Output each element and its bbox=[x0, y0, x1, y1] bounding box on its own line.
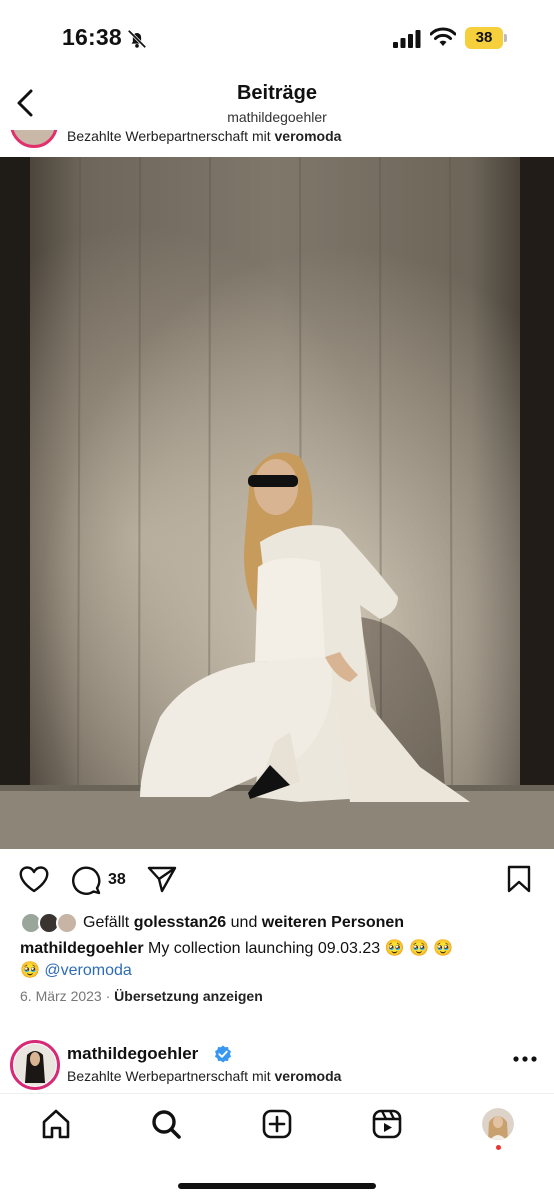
status-bar: 16:38 38 bbox=[0, 0, 554, 72]
signal-icon bbox=[393, 30, 421, 48]
page-title: Beiträge bbox=[236, 82, 318, 104]
comment-icon[interactable] bbox=[70, 864, 102, 896]
home-icon[interactable] bbox=[40, 1108, 72, 1140]
battery-icon: 38 bbox=[465, 27, 507, 49]
post-photo-illustration bbox=[0, 157, 554, 849]
home-indicator[interactable] bbox=[178, 1183, 376, 1189]
liker-avatars bbox=[20, 912, 80, 934]
avatar bbox=[56, 912, 78, 934]
create-icon[interactable] bbox=[261, 1108, 293, 1140]
caption-mention[interactable]: @veromoda bbox=[44, 962, 131, 979]
top-header: Beiträge mathildegoehler bbox=[0, 72, 554, 130]
bell-slash-icon bbox=[127, 29, 147, 49]
verified-icon bbox=[215, 1045, 231, 1063]
next-post-header: mathildegoehler Bezahlte Werbepartnersch… bbox=[0, 1036, 554, 1092]
post-username[interactable]: mathildegoehler bbox=[67, 1044, 198, 1064]
caption-emoji: 🥹 bbox=[20, 962, 40, 979]
profile-avatar[interactable] bbox=[482, 1108, 514, 1140]
heart-icon[interactable] bbox=[18, 864, 50, 894]
share-icon[interactable] bbox=[146, 864, 178, 894]
wifi-icon bbox=[430, 27, 456, 46]
bookmark-icon[interactable] bbox=[506, 864, 532, 894]
page-subtitle: mathildegoehler bbox=[227, 109, 327, 125]
likes-text: Gefällt golesstan26 und weiteren Persone… bbox=[83, 914, 405, 931]
search-icon[interactable] bbox=[150, 1108, 182, 1140]
status-time: 16:38 bbox=[62, 24, 122, 50]
battery-percent: 38 bbox=[475, 29, 493, 46]
translate-link[interactable]: Übersetzung anzeigen bbox=[114, 988, 263, 1004]
sponsor-label: Bezahlte Werbepartnerschaft mit veromoda bbox=[67, 1068, 342, 1084]
meta-separator: · bbox=[105, 988, 111, 1004]
liker-username[interactable]: golesstan26 bbox=[134, 914, 226, 931]
notification-dot bbox=[496, 1145, 501, 1150]
post-actions: 38 bbox=[0, 860, 554, 900]
post-date: 6. März 2023 bbox=[20, 988, 102, 1004]
avatar[interactable] bbox=[10, 1040, 60, 1090]
caption-text: My collection launching 09.03.23 🥹 🥹 🥹 bbox=[148, 940, 454, 957]
comment-count: 38 bbox=[108, 871, 126, 888]
sponsor-label: Bezahlte Werbepartnerschaft mit veromoda bbox=[67, 128, 342, 144]
reels-icon[interactable] bbox=[371, 1108, 403, 1140]
caption-username[interactable]: mathildegoehler bbox=[20, 940, 144, 957]
post-meta: 6. März 2023 · Übersetzung anzeigen bbox=[20, 988, 263, 1004]
post-image[interactable] bbox=[0, 157, 554, 849]
post-caption: mathildegoehler My collection launching … bbox=[20, 938, 540, 982]
more-icon[interactable] bbox=[512, 1054, 538, 1064]
